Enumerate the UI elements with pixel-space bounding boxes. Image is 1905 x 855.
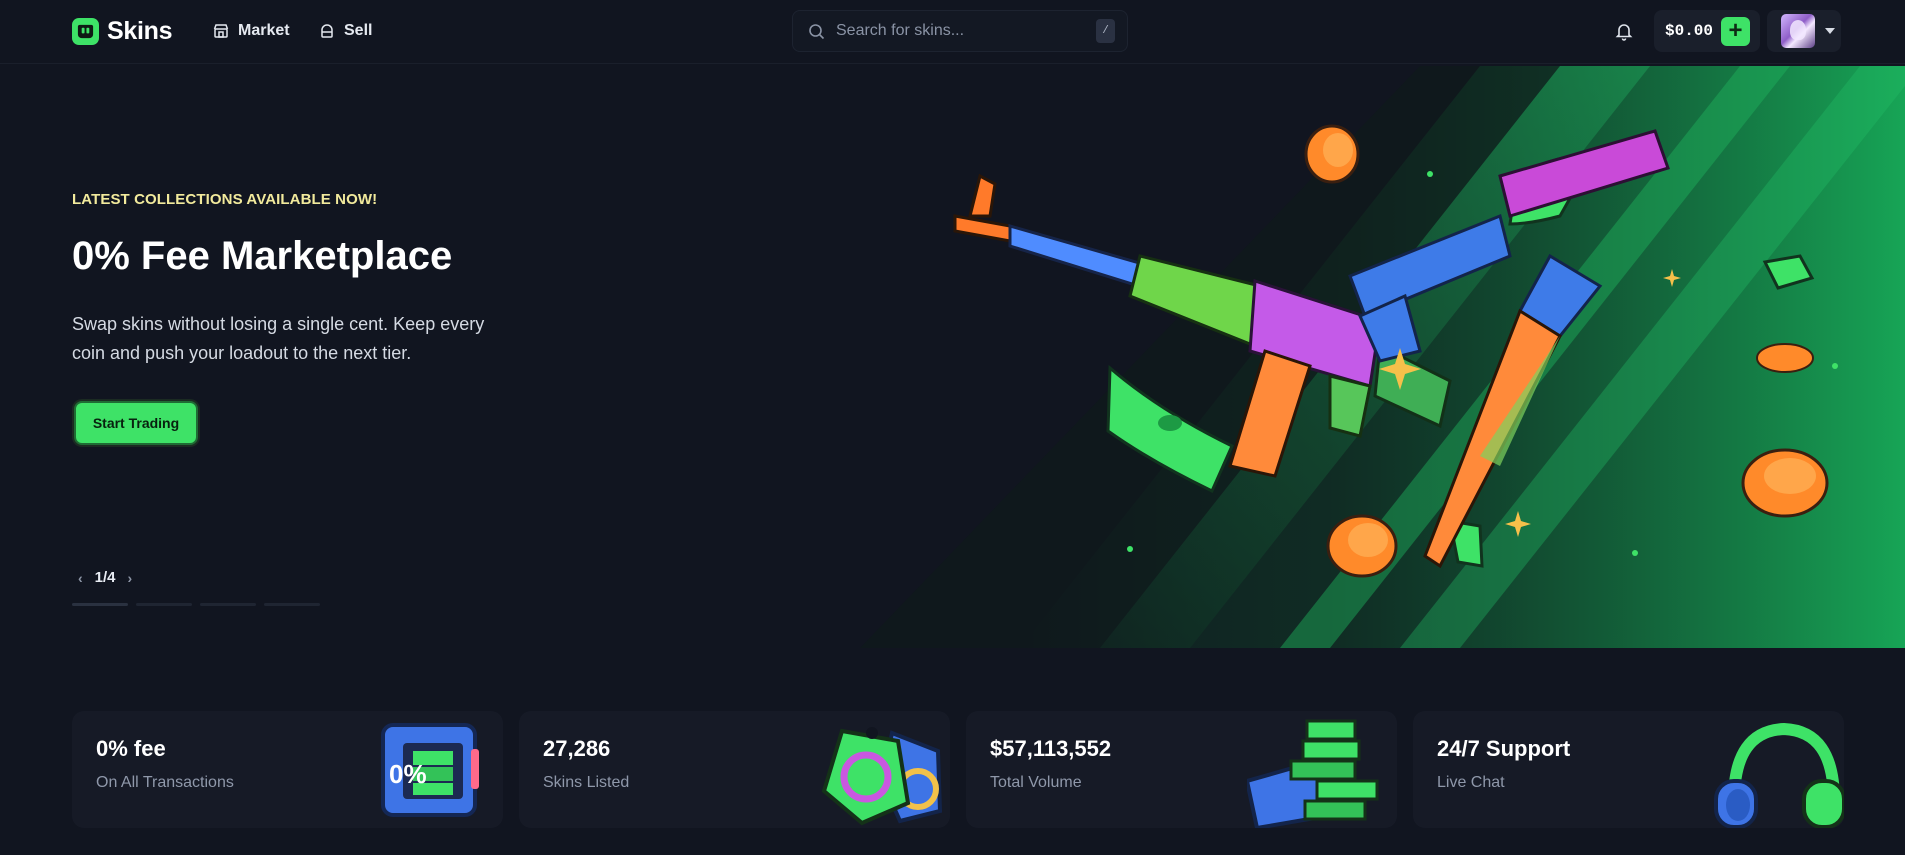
nav-market[interactable]: Market <box>213 19 290 43</box>
slide-dot[interactable] <box>264 603 320 606</box>
logo-icon <box>72 17 99 45</box>
top-navbar: Skins Market Sell / $0.00 + <box>0 0 1905 64</box>
stat-subtitle: Total Volume <box>990 774 1082 791</box>
user-menu[interactable] <box>1767 10 1841 52</box>
cash-stack-icon <box>1244 711 1397 828</box>
hero-kicker: LATEST COLLECTIONS AVAILABLE NOW! <box>72 191 378 208</box>
slide-dot[interactable] <box>200 603 256 606</box>
slide-progress <box>72 603 320 606</box>
plus-icon: + <box>1728 17 1743 44</box>
start-trading-button[interactable]: Start Trading <box>74 401 198 445</box>
stat-subtitle: Live Chat <box>1437 774 1505 791</box>
slide-indicator: 1/4 <box>94 569 116 586</box>
nav-sell-label: Sell <box>344 22 373 39</box>
nav-sell[interactable]: Sell <box>319 19 372 43</box>
headset-icon <box>1694 711 1844 828</box>
stat-title: $57,113,552 <box>990 736 1112 761</box>
stat-card-volume: $57,113,552 Total Volume <box>966 711 1397 828</box>
balance-widget: $0.00 + <box>1654 10 1760 52</box>
brand-name: Skins <box>107 16 173 45</box>
notifications-button[interactable] <box>1614 21 1634 46</box>
hero-title: 0% Fee Marketplace <box>72 234 453 278</box>
hero-illustration <box>860 66 1905 648</box>
bell-icon <box>1615 24 1633 41</box>
chevron-right-icon[interactable]: › <box>128 570 133 586</box>
svg-text:0%: 0% <box>389 759 427 789</box>
tag-icon <box>321 24 333 38</box>
balance-amount: $0.00 <box>1665 22 1714 40</box>
search-bar: / <box>792 10 1128 52</box>
stat-title: 27,286 <box>543 736 611 761</box>
chevron-left-icon[interactable]: ‹ <box>78 570 83 586</box>
slide-dot[interactable] <box>72 603 128 606</box>
search-icon <box>809 23 825 39</box>
hero-subtitle: Swap skins without losing a single cent.… <box>72 314 485 363</box>
stat-subtitle: Skins Listed <box>543 774 630 791</box>
safe-icon: 0% <box>353 711 503 828</box>
avatar[interactable] <box>1781 14 1815 48</box>
chevron-down-icon[interactable] <box>1825 28 1835 34</box>
brand-logo[interactable]: Skins <box>72 16 173 46</box>
search-shortcut-key: / <box>1096 19 1115 43</box>
add-funds-button[interactable]: + <box>1721 16 1751 46</box>
storefront-icon <box>213 24 229 38</box>
stat-title: 24/7 Support <box>1437 736 1571 761</box>
stat-card-fee: 0% fee On All Transactions 0% <box>72 711 503 828</box>
stat-card-skins: 27,286 Skins Listed <box>519 711 950 828</box>
slide-dot[interactable] <box>136 603 192 606</box>
nav-market-label: Market <box>238 22 290 39</box>
stat-subtitle: On All Transactions <box>96 774 234 791</box>
tags-icon <box>800 711 950 828</box>
stat-card-support: 24/7 Support Live Chat <box>1413 711 1844 828</box>
slider-controls: ‹ 1/4 › <box>78 569 132 586</box>
stat-title: 0% fee <box>96 736 166 761</box>
search-input[interactable] <box>836 22 1085 40</box>
